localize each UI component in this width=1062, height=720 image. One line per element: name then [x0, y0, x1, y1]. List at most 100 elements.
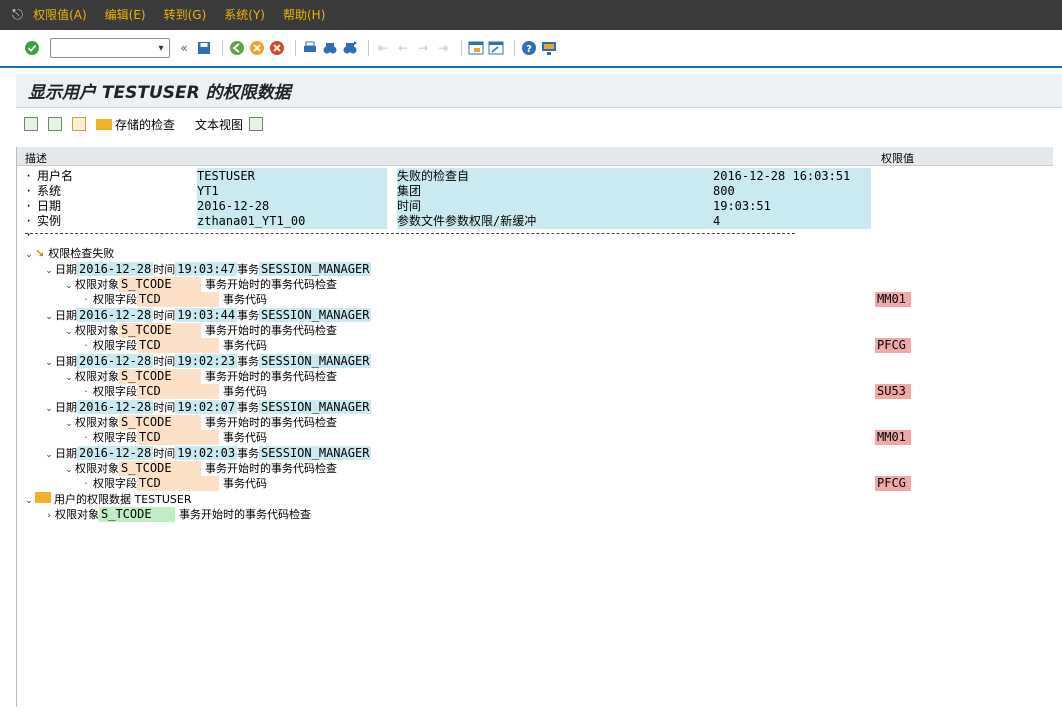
header-value: zthana01_YT1_00 [197, 213, 387, 229]
date-value: 2016-12-28 [77, 446, 154, 460]
tree-node-auth-field[interactable]: · 权限字段 TCD 事务代码 [83, 476, 267, 491]
expand-toggle-icon[interactable]: ⌄ [43, 264, 55, 279]
tree-node-auth-field[interactable]: · 权限字段 TCD 事务代码 [83, 292, 267, 307]
menu-item-goto[interactable]: 转到(G) [164, 0, 207, 30]
menu-item-auth-values[interactable]: 权限值(A) [33, 0, 87, 30]
tree-node-check-entry[interactable]: ⌄ 日期 2016-12-28 时间 19:02:23 事务 SESSION_MANAGER [43, 354, 372, 371]
menu-item-help[interactable]: 帮助(H) [283, 0, 325, 30]
next-page-icon[interactable]: → [415, 40, 431, 56]
command-field[interactable] [50, 38, 170, 58]
title-bar: 显示用户 TESTUSER 的权限数据 [16, 74, 1062, 108]
expand-toggle-icon[interactable]: ⌄ [63, 279, 75, 294]
transaction-value: SESSION_MANAGER [259, 262, 372, 276]
bullet: · [84, 477, 88, 490]
time-value: 19:03:44 [175, 308, 238, 322]
print-icon[interactable] [302, 40, 318, 56]
tree-node-auth-object[interactable]: ⌄ 权限对象 S_TCODE 事务开始时的事务代码检查 [63, 323, 337, 338]
expand-all-button[interactable] [24, 117, 42, 131]
nav-back-icon[interactable] [229, 40, 245, 56]
auth-object-label: 权限对象 [75, 370, 119, 383]
tree-node-auth-object[interactable]: ⌄ 权限对象 S_TCODE 事务开始时的事务代码检查 [63, 461, 337, 476]
tree-node-check-entry[interactable]: ⌄ 日期 2016-12-28 时间 19:02:03 事务 SESSION_MANAGER [43, 446, 372, 463]
transaction-value: SESSION_MANAGER [259, 446, 372, 460]
expand-subtree-button[interactable] [72, 117, 90, 131]
auth-field-desc: 事务代码 [223, 477, 267, 490]
bullet: · [25, 169, 33, 183]
tree-node-failed-checks[interactable]: ⌄ ↘ 权限检查失败 [23, 246, 114, 261]
expand-toggle-icon[interactable]: ⌄ [43, 402, 55, 417]
shortcut-icon[interactable] [488, 40, 504, 56]
tree-node-auth-object[interactable]: ⌄ 权限对象 S_TCODE 事务开始时的事务代码检查 [63, 369, 337, 384]
column-description[interactable]: 描述 [25, 150, 47, 166]
auth-field-desc: 事务代码 [223, 431, 267, 444]
transaction-label: 事务 [237, 263, 260, 276]
tree-node-user-auth[interactable]: ⌄ 用户的权限数据 TESTUSER [23, 492, 192, 507]
auth-field-value: TCD [137, 292, 219, 307]
auth-field-desc: 事务代码 [223, 293, 267, 306]
save-icon[interactable] [196, 40, 212, 56]
transaction-label: 事务 [237, 447, 260, 460]
auth-object-value: S_TCODE [119, 277, 201, 292]
expand-toggle-icon[interactable]: ⌄ [63, 325, 75, 340]
new-session-icon[interactable] [468, 40, 484, 56]
prev-page-icon[interactable]: ← [395, 40, 411, 56]
last-page-icon[interactable]: ⇥ [435, 40, 451, 56]
expand-toggle-icon[interactable]: ⌄ [43, 448, 55, 463]
header-label: 系统 [37, 184, 62, 198]
expand-toggle-icon[interactable]: ⌄ [23, 248, 35, 263]
bullet: · [84, 293, 88, 306]
tree-node-check-entry[interactable]: ⌄ 日期 2016-12-28 时间 19:03:47 事务 SESSION_MANAGER [43, 262, 372, 279]
date-value: 2016-12-28 [77, 308, 154, 322]
expand-toggle-icon[interactable]: ⌄ [43, 356, 55, 371]
auth-object-value: S_TCODE [119, 461, 201, 476]
expand-toggle-icon[interactable]: ⌄ [63, 371, 75, 386]
auth-field-value: TCD [137, 338, 219, 353]
customize-icon[interactable] [541, 40, 557, 56]
auth-value: SU53 [875, 384, 911, 399]
stored-check-button[interactable]: 存储的检查 [96, 116, 175, 133]
header-label2: 失败的检查自 [397, 168, 713, 184]
export-button[interactable] [249, 117, 267, 131]
transaction-value: SESSION_MANAGER [259, 308, 372, 322]
cancel-icon[interactable] [269, 40, 285, 56]
tree-node-auth-object[interactable]: ⌄ 权限对象 S_TCODE 事务开始时的事务代码检查 [63, 277, 337, 292]
tree-node-auth-object[interactable]: ⌄ 权限对象 S_TCODE 事务开始时的事务代码检查 [63, 415, 337, 430]
tree-node-user-auth-object[interactable]: › 权限对象 S_TCODE 事务开始时的事务代码检查 [43, 507, 311, 522]
auth-object-label: 权限对象 [55, 508, 99, 521]
auth-object-desc: 事务开始时的事务代码检查 [205, 370, 337, 383]
text-view-button[interactable]: 文本视图 [195, 116, 243, 133]
first-page-icon[interactable]: ⇤ [375, 40, 391, 56]
expand-toggle-icon[interactable]: ⌄ [63, 417, 75, 432]
tree-node-check-entry[interactable]: ⌄ 日期 2016-12-28 时间 19:03:44 事务 SESSION_MANAGER [43, 308, 372, 325]
exit-icon[interactable] [249, 40, 265, 56]
header-value: TESTUSER [197, 168, 387, 184]
expand-toggle-icon[interactable]: ⌄ [43, 310, 55, 325]
collapse-toggle-icon[interactable]: › [43, 509, 55, 524]
auth-field-label: 权限字段 [93, 293, 137, 306]
toolbar-separator [514, 40, 515, 56]
back-icon[interactable]: « [176, 40, 192, 56]
menu-item-system[interactable]: 系统(Y) [224, 0, 265, 30]
collapse-all-button[interactable] [48, 117, 66, 131]
chevron-down-icon[interactable]: ▾ [154, 40, 168, 56]
time-value: 19:03:47 [175, 262, 238, 276]
menu-exit-icon[interactable]: ⎋ [12, 7, 23, 23]
check-icon[interactable] [24, 40, 40, 56]
tree-node-auth-field[interactable]: · 权限字段 TCD 事务代码 [83, 338, 267, 353]
find-next-icon[interactable] [342, 40, 358, 56]
time-value: 19:02:07 [175, 400, 238, 414]
expand-toggle-icon[interactable]: ⌄ [63, 463, 75, 478]
tree-node-auth-field[interactable]: · 权限字段 TCD 事务代码 [83, 384, 267, 399]
menu-item-edit[interactable]: 编辑(E) [105, 0, 146, 30]
help-icon[interactable]: ? [521, 40, 537, 56]
auth-object-label: 权限对象 [75, 278, 119, 291]
auth-field-label: 权限字段 [93, 339, 137, 352]
tree-node-auth-field[interactable]: · 权限字段 TCD 事务代码 [83, 430, 267, 445]
find-icon[interactable] [322, 40, 338, 56]
header-label2: 集团 [397, 183, 713, 199]
auth-field-value: TCD [137, 476, 219, 491]
column-auth-value[interactable]: 权限值 [881, 150, 914, 166]
expand-toggle-icon[interactable]: ⌄ [23, 494, 35, 509]
auth-field-desc: 事务代码 [223, 339, 267, 352]
tree-node-check-entry[interactable]: ⌄ 日期 2016-12-28 时间 19:02:07 事务 SESSION_MANAGER [43, 400, 372, 417]
